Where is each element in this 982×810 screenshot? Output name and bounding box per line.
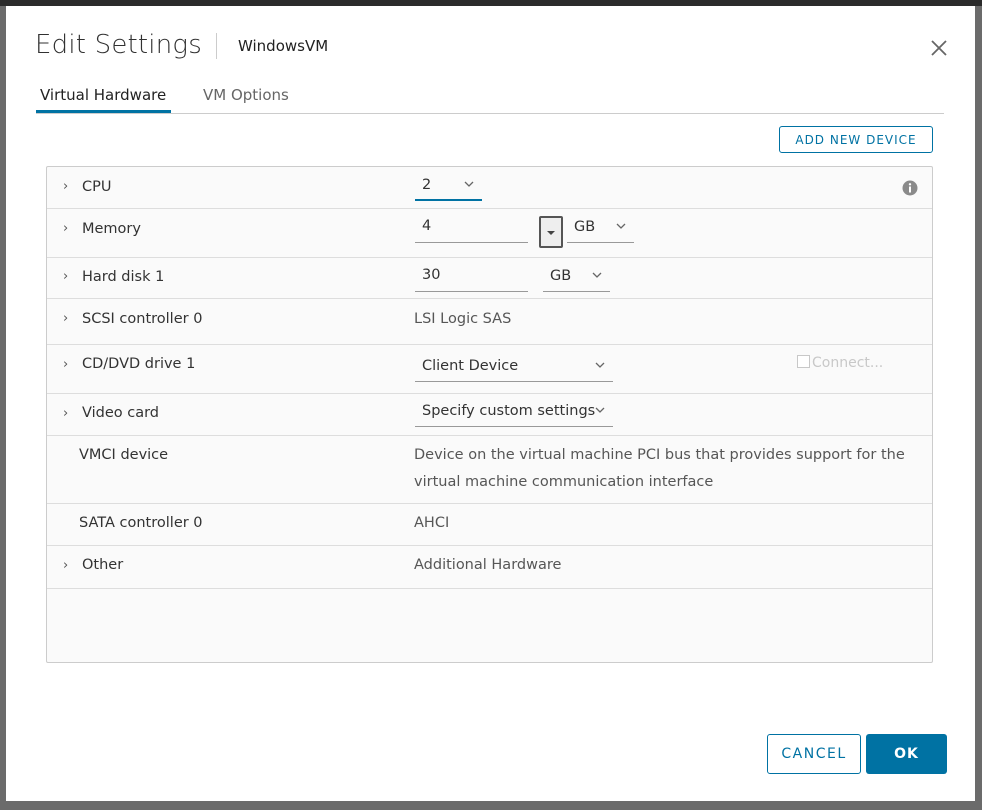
sata-value: AHCI xyxy=(414,515,450,531)
hardware-row-cpu: › CPU 2 xyxy=(47,167,932,209)
connect-label: Connect... xyxy=(812,355,884,371)
vmci-description: Device on the virtual machine PCI bus th… xyxy=(414,442,905,496)
edit-settings-dialog: Edit Settings WindowsVM Virtual Hardware… xyxy=(6,6,975,801)
add-new-device-button[interactable]: ADD NEW DEVICE xyxy=(779,126,933,153)
caret-down-icon xyxy=(547,231,555,235)
hardware-row-hard-disk: › Hard disk 1 30 GB xyxy=(47,258,932,299)
hardware-row-other: › Other Additional Hardware xyxy=(47,546,932,589)
expand-chevron-icon[interactable]: › xyxy=(63,269,68,284)
cpu-label: CPU xyxy=(82,179,112,195)
hard-disk-unit-select[interactable]: GB xyxy=(543,266,610,292)
other-value: Additional Hardware xyxy=(414,557,562,573)
hard-disk-unit: GB xyxy=(550,268,572,284)
hardware-row-cd-dvd: › CD/DVD drive 1 Client Device Connect..… xyxy=(47,345,932,394)
hardware-row-video-card: › Video card Specify custom settings xyxy=(47,394,932,436)
expand-chevron-icon[interactable]: › xyxy=(63,357,68,372)
other-label: Other xyxy=(82,557,124,573)
close-icon xyxy=(931,40,947,56)
hard-disk-label: Hard disk 1 xyxy=(82,269,165,285)
video-card-value: Specify custom settings xyxy=(422,403,596,419)
expand-chevron-icon[interactable]: › xyxy=(63,179,68,194)
hardware-row-scsi: › SCSI controller 0 LSI Logic SAS xyxy=(47,299,932,345)
memory-input[interactable]: 4 xyxy=(415,217,528,243)
ok-button[interactable]: OK xyxy=(866,734,947,774)
hardware-grid: › CPU 2 › Memory 4 GB › Hard disk 1 30 G… xyxy=(46,166,933,663)
checkbox-icon xyxy=(797,355,810,368)
memory-unit: GB xyxy=(574,219,596,235)
hardware-row-sata: SATA controller 0 AHCI xyxy=(47,504,932,546)
scsi-value: LSI Logic SAS xyxy=(414,311,512,327)
memory-label: Memory xyxy=(82,221,141,237)
hardware-row-vmci: VMCI device Device on the virtual machin… xyxy=(47,436,932,504)
dialog-title: Edit Settings xyxy=(35,30,202,60)
chevron-down-icon xyxy=(464,181,474,187)
chevron-down-icon xyxy=(595,407,605,413)
connect-checkbox[interactable]: Connect... xyxy=(797,355,883,371)
tab-virtual-hardware[interactable]: Virtual Hardware xyxy=(40,86,166,104)
info-icon[interactable] xyxy=(902,180,918,196)
video-card-select[interactable]: Specify custom settings xyxy=(415,401,613,427)
cpu-value: 2 xyxy=(422,177,432,193)
vmci-description-line2: virtual machine communication interface xyxy=(414,474,714,490)
cd-dvd-value: Client Device xyxy=(422,358,519,374)
cd-dvd-label: CD/DVD drive 1 xyxy=(82,356,196,372)
chevron-down-icon xyxy=(595,362,605,368)
backdrop-bottom xyxy=(0,801,982,810)
expand-chevron-icon[interactable]: › xyxy=(63,406,68,421)
vmci-label: VMCI device xyxy=(79,447,169,463)
expand-chevron-icon[interactable]: › xyxy=(63,558,68,573)
vm-name: WindowsVM xyxy=(238,37,329,55)
memory-spinner-button[interactable] xyxy=(539,216,563,248)
expand-chevron-icon[interactable]: › xyxy=(63,221,68,236)
expand-chevron-icon[interactable]: › xyxy=(63,311,68,326)
hard-disk-input[interactable]: 30 xyxy=(415,266,528,292)
vmci-description-line1: Device on the virtual machine PCI bus th… xyxy=(414,447,905,463)
hardware-row-memory: › Memory 4 GB xyxy=(47,209,932,258)
backdrop-right xyxy=(975,6,982,810)
close-button[interactable] xyxy=(926,36,952,60)
tab-bar: Virtual Hardware VM Options xyxy=(36,86,944,114)
title-separator xyxy=(216,33,217,59)
cancel-button[interactable]: CANCEL xyxy=(767,734,861,774)
active-tab-indicator xyxy=(36,110,171,113)
chevron-down-icon xyxy=(616,223,626,229)
memory-value: 4 xyxy=(422,218,432,234)
cpu-select[interactable]: 2 xyxy=(415,175,482,201)
video-card-label: Video card xyxy=(82,405,160,421)
sata-label: SATA controller 0 xyxy=(79,515,203,531)
cd-dvd-select[interactable]: Client Device xyxy=(415,356,613,382)
hard-disk-value: 30 xyxy=(422,267,441,283)
chevron-down-icon xyxy=(592,272,602,278)
tab-vm-options[interactable]: VM Options xyxy=(203,86,289,104)
scsi-label: SCSI controller 0 xyxy=(82,311,203,327)
memory-unit-select[interactable]: GB xyxy=(567,217,634,243)
